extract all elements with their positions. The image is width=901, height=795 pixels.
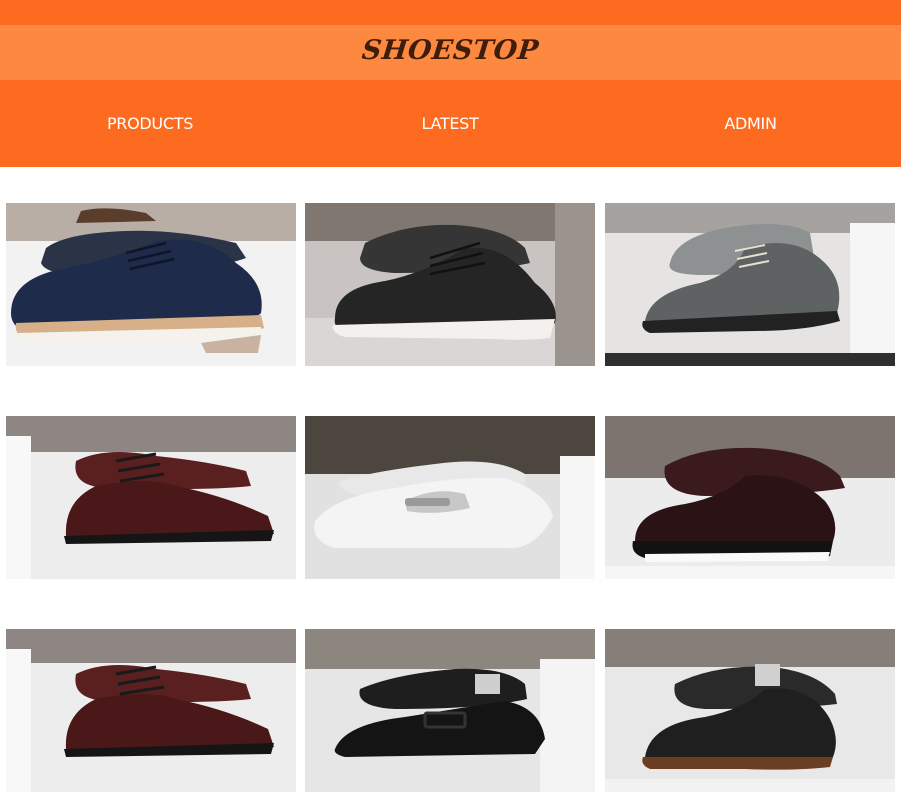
product-image — [305, 416, 595, 579]
product-card[interactable] — [305, 203, 595, 366]
main-nav: PRODUCTS LATEST ADMIN — [0, 80, 901, 167]
product-image — [6, 629, 296, 792]
nav-products[interactable]: PRODUCTS — [0, 114, 300, 133]
nav-admin[interactable]: ADMIN — [600, 114, 901, 133]
product-card[interactable] — [6, 416, 296, 579]
header-top-strip — [0, 0, 901, 25]
nav-latest[interactable]: LATEST — [300, 114, 600, 133]
product-image — [6, 203, 296, 366]
product-image — [305, 629, 595, 792]
product-image — [305, 203, 595, 366]
product-image — [605, 203, 895, 366]
product-card[interactable] — [6, 629, 296, 792]
product-card[interactable] — [605, 416, 895, 579]
brand-logo[interactable]: SHOESTOP — [361, 35, 541, 66]
product-image — [605, 629, 895, 792]
product-card[interactable] — [305, 416, 595, 579]
brand-bar: SHOESTOP — [0, 25, 901, 80]
product-image — [6, 416, 296, 579]
product-image — [605, 416, 895, 579]
product-card[interactable] — [605, 629, 895, 792]
product-card[interactable] — [6, 203, 296, 366]
product-card[interactable] — [605, 203, 895, 366]
product-card[interactable] — [305, 629, 595, 792]
